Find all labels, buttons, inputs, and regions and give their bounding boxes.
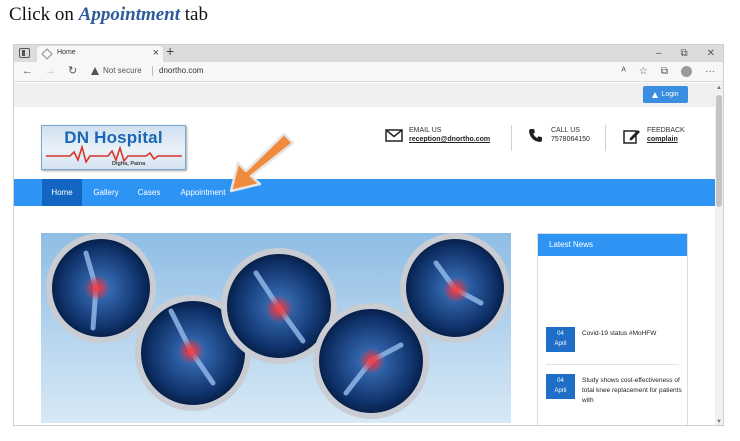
forward-icon[interactable]: → — [45, 65, 56, 78]
logo-location: Digha, Patna — [112, 161, 146, 167]
nav-home[interactable]: Home — [42, 179, 82, 206]
news-item-text[interactable]: Study shows cost-effectiveness of total … — [582, 376, 682, 416]
feedback-pencil-icon — [623, 130, 640, 144]
feedback-label: FEEDBACK — [647, 127, 685, 134]
browser-window: Home × + – ⧉ ✕ ← → ↻ Not secure dnortho.… — [13, 44, 724, 426]
warning-icon — [91, 67, 99, 75]
news-heading: Latest News — [538, 234, 687, 256]
news-date-month: April — [554, 341, 567, 347]
url-text[interactable]: dnortho.com — [159, 66, 203, 75]
scroll-down-icon[interactable]: ▼ — [716, 419, 722, 425]
read-aloud-icon[interactable]: ᴬ — [621, 66, 626, 77]
envelope-icon — [385, 129, 403, 142]
user-icon — [652, 91, 659, 98]
back-icon[interactable]: ← — [22, 65, 33, 78]
nav-gallery[interactable]: Gallery — [84, 179, 128, 206]
page-scrollbar[interactable]: ▲ ▼ — [715, 83, 723, 425]
instruction-suffix: tab — [180, 4, 208, 25]
feedback-link[interactable]: complain — [647, 136, 678, 143]
new-tab-icon[interactable]: + — [166, 45, 174, 60]
tab-actions-icon[interactable] — [19, 48, 30, 58]
close-window-icon[interactable]: ✕ — [707, 48, 715, 59]
favorites-icon[interactable]: ☆ — [639, 66, 648, 77]
window-controls: – ⧉ ✕ — [656, 45, 715, 62]
email-label: EMAIL US — [409, 127, 442, 134]
browser-toolbar: ← → ↻ Not secure dnortho.com ᴬ ☆ ⧉ ··· — [14, 62, 723, 82]
news-item-text[interactable]: Covid-19 status #MoHFW — [582, 329, 682, 339]
collections-icon[interactable]: ⧉ — [661, 66, 668, 77]
phone-icon — [529, 129, 542, 142]
contact-divider — [605, 125, 606, 151]
browser-tab-home[interactable]: Home × — [37, 46, 163, 62]
security-label[interactable]: Not secure — [103, 66, 142, 75]
scroll-thumb[interactable] — [716, 95, 722, 207]
profile-avatar[interactable] — [681, 66, 692, 77]
pointer-arrow-icon — [229, 132, 294, 193]
main-nav: Home Gallery Cases Appointment — [14, 179, 717, 206]
instruction-prefix: Click on — [9, 4, 79, 25]
phone-number[interactable]: 7578064150 — [551, 136, 590, 143]
site-logo[interactable]: DN Hospital Digha, Patna — [41, 125, 186, 170]
reload-icon[interactable]: ↻ — [68, 65, 77, 78]
contact-divider — [511, 125, 512, 151]
minimize-icon[interactable]: – — [656, 48, 662, 59]
address-bar[interactable]: Not secure dnortho.com — [86, 64, 536, 79]
instruction-text: Click on Appointment tab — [9, 4, 208, 26]
email-link[interactable]: reception@dnortho.com — [409, 136, 490, 143]
login-label: Login — [661, 91, 679, 98]
phone-label: CALL US — [551, 127, 580, 134]
news-date-badge: 04 April — [546, 327, 575, 352]
address-divider — [152, 66, 153, 76]
news-date-month: April — [554, 388, 567, 394]
news-date-badge: 04 April — [546, 374, 575, 399]
latest-news-panel: Latest News 04 April Covid-19 status #Mo… — [537, 233, 688, 425]
site-topbar: Login — [14, 83, 717, 107]
news-date-day: 04 — [557, 331, 564, 337]
nav-cases[interactable]: Cases — [128, 179, 170, 206]
instruction-target: Appointment — [78, 4, 181, 25]
menu-icon[interactable]: ··· — [705, 66, 715, 77]
close-tab-icon[interactable]: × — [153, 47, 159, 59]
news-date-day: 04 — [557, 378, 564, 384]
restore-icon[interactable]: ⧉ — [680, 48, 687, 59]
favicon-icon — [41, 48, 53, 60]
tab-title: Home — [57, 49, 76, 56]
news-divider — [546, 364, 679, 365]
hero-banner — [41, 233, 511, 423]
login-button[interactable]: Login — [643, 86, 688, 103]
page-viewport: Login DN Hospital Digha, Patna EMAIL US … — [14, 83, 717, 425]
toolbar-icons: ᴬ ☆ ⧉ ··· — [621, 65, 715, 78]
scroll-up-icon[interactable]: ▲ — [716, 85, 722, 91]
tab-strip: Home × + – ⧉ ✕ — [14, 45, 723, 62]
joint-pain-banner-image — [41, 233, 511, 423]
